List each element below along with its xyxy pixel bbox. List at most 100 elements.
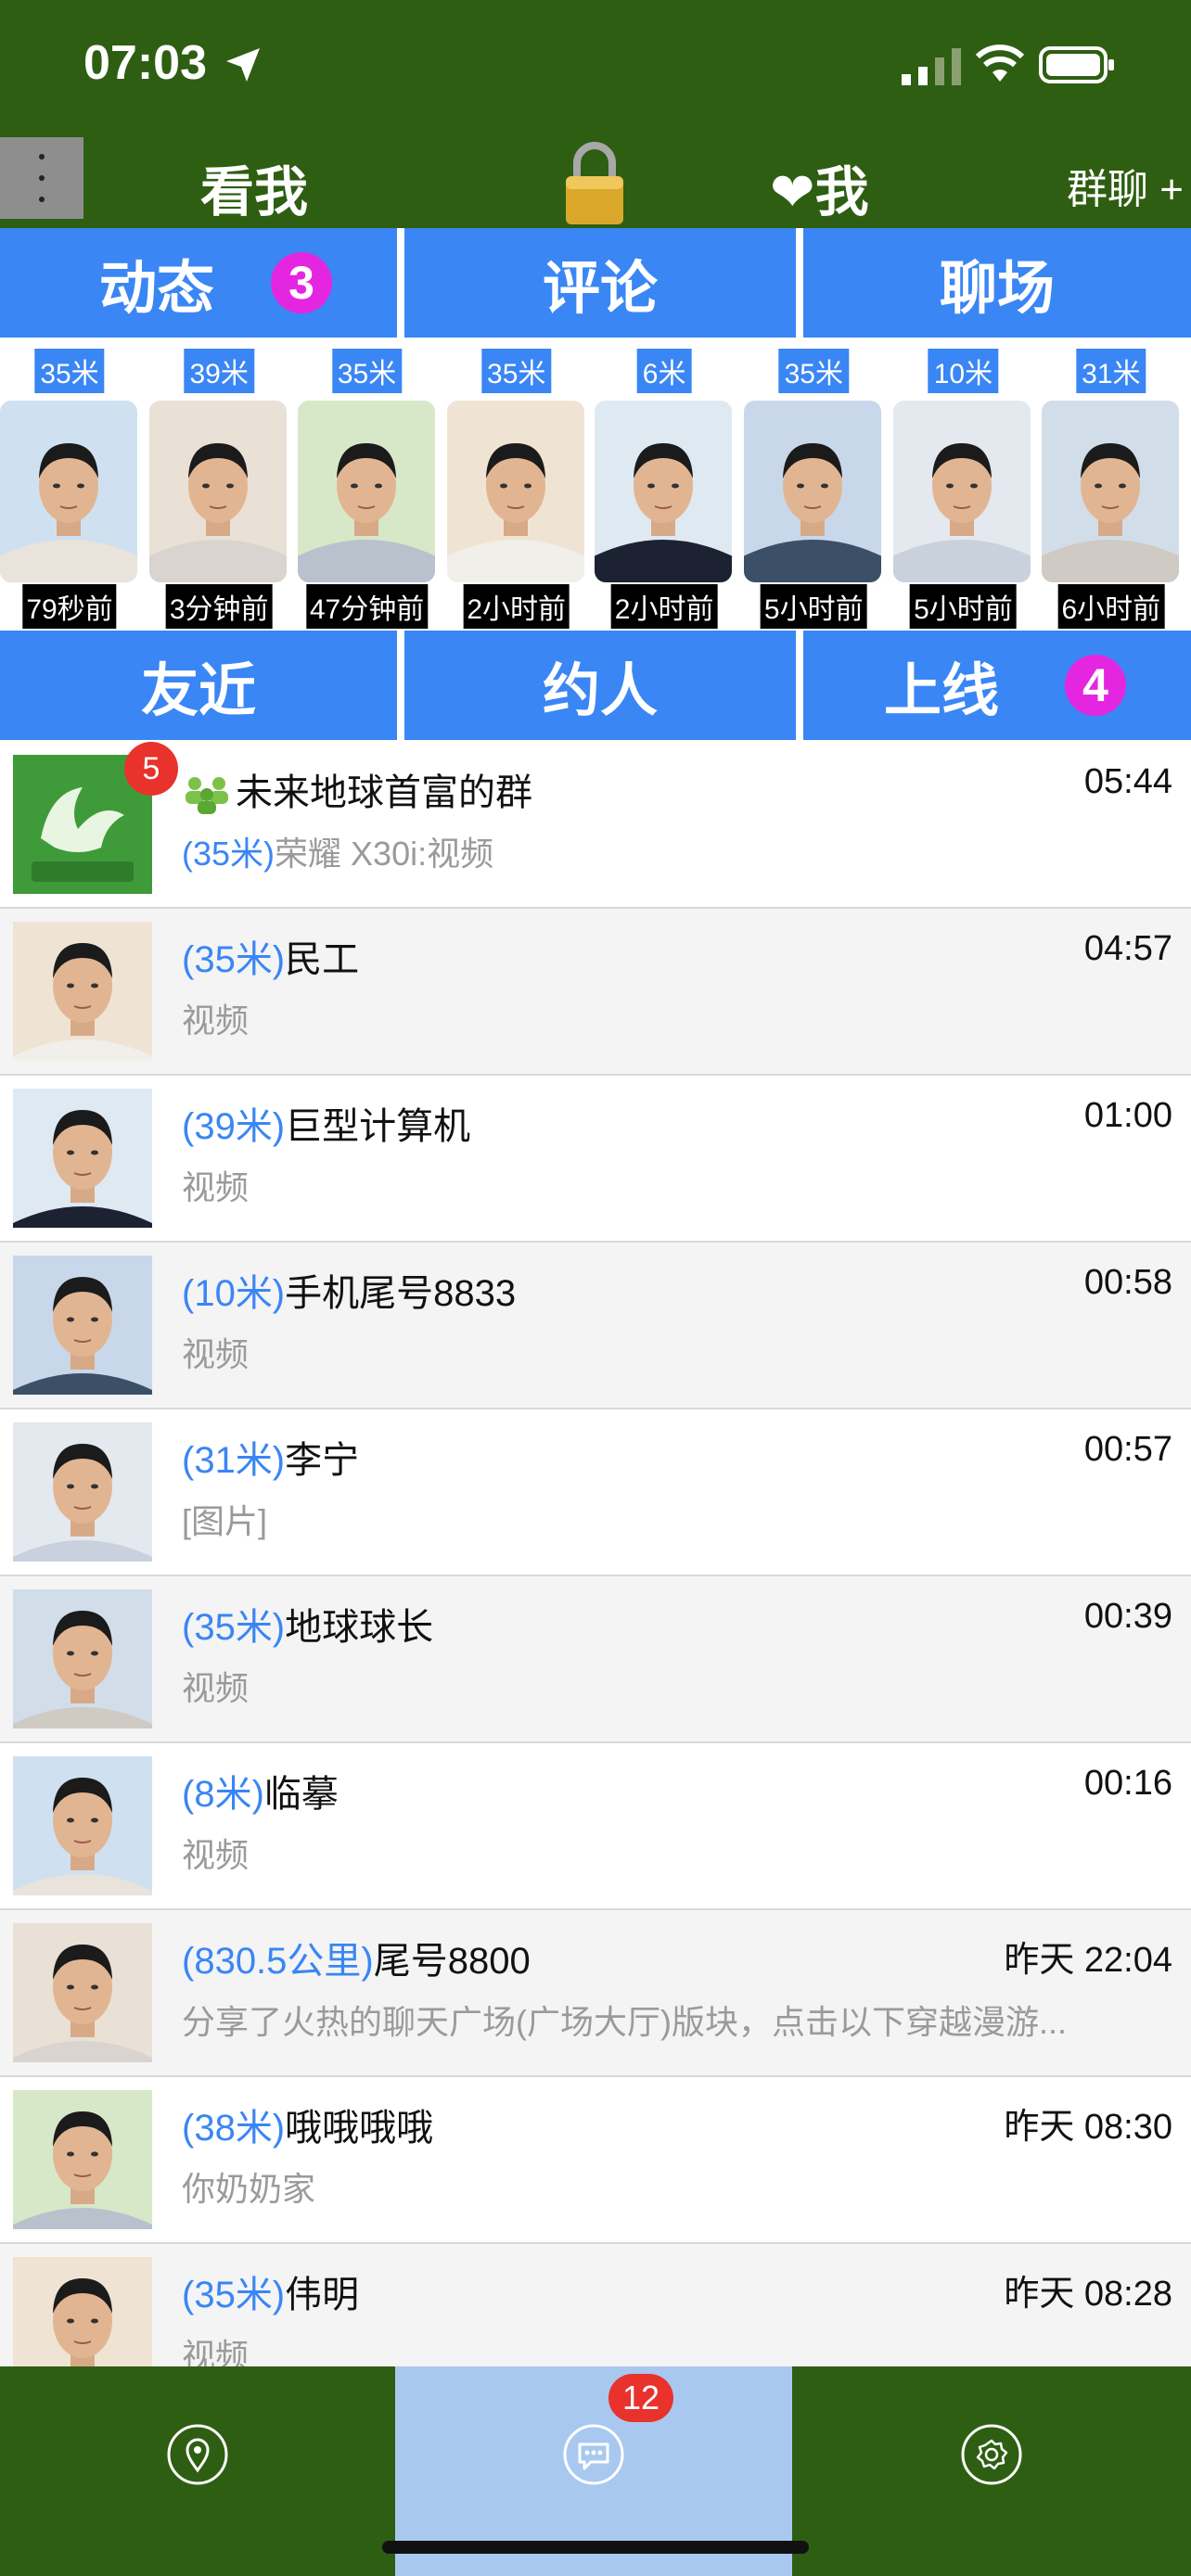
nearby-user[interactable]: 39米 3分钟前 [149,339,288,629]
menu-button[interactable] [0,137,83,219]
unread-badge: 5 [124,742,178,796]
chat-distance: (830.5公里) [182,1941,374,1982]
last-active-label: 6小时前 [1057,584,1165,629]
nearby-user[interactable]: 31米 6小时前 [1041,339,1181,629]
who-viewed-me-tab[interactable]: 看我 [200,148,308,226]
location-arrow-icon [226,48,260,82]
chat-distance: (38米) [182,2108,286,2149]
nearby-user[interactable]: 10米 5小时前 [893,339,1032,629]
chat-distance: (35米) [182,2275,286,2315]
chat-name: 地球球长 [285,1607,434,1648]
chat-title: (35米)地球球长 [182,1597,433,1651]
chat-name: 巨型计算机 [285,1106,471,1147]
nearby-user[interactable]: 35米 79秒前 [0,339,139,629]
tab-chat-plaza[interactable]: 聊场 [803,228,1191,338]
tab-comments[interactable]: 评论 [404,228,796,338]
tab-moments[interactable]: 动态 [0,228,397,338]
chat-row[interactable]: 未来地球首富的群 (35米)荣耀 X30i:视频 05:44 5 [0,742,1191,909]
chat-name: 李宁 [285,1440,360,1481]
lock-icon[interactable] [562,141,627,226]
chat-preview: (35米)荣耀 X30i:视频 [182,827,1174,875]
chat-row[interactable]: (35米)地球球长 视频 00:39 [0,1576,1191,1743]
chat-title: (31米)李宁 [182,1430,359,1484]
chat-time: 00:39 [1083,1597,1172,1636]
nearby-user[interactable]: 35米 5小时前 [744,339,883,629]
last-active-label: 79秒前 [22,584,117,629]
chat-list[interactable]: 未来地球首富的群 (35米)荣耀 X30i:视频 05:44 5 (35米)民工 视频 04… [0,742,1191,2366]
chat-preview-distance: (35米) [182,835,275,873]
chat-row[interactable]: (39米)巨型计算机 视频 01:00 [0,1076,1191,1243]
messages-badge: 12 [608,2374,673,2422]
nearby-user[interactable]: 6米 2小时前 [595,339,734,629]
chat-preview: 你奶奶家 [182,2170,316,2208]
group-members-icon [186,777,228,815]
chat-time: 00:16 [1083,1764,1172,1803]
chat-row[interactable]: (31米)李宁 [图片] 00:57 [0,1409,1191,1576]
nearby-users-strip: 35米 79秒前 39米 3分钟前 35米 47分钟前 35米 2小时前 6米 2小时前 35米 5小… [0,339,1191,629]
online-badge: 4 [1065,655,1126,716]
user-photo [0,401,137,582]
tab-online[interactable]: 上线 [803,631,1191,740]
avatar [13,2090,152,2229]
chat-row[interactable]: (8米)临摹 视频 00:16 [0,1743,1191,1910]
chat-preview: 视频 [182,1335,250,1373]
tab-label: 聊场 [939,257,1055,321]
avatar [13,1923,152,2062]
user-photo [297,401,435,582]
distance-label: 31米 [1076,349,1146,393]
chat-row[interactable]: (830.5公里)尾号8800 分享了火热的聊天广场(广场大厅)版块，点击以下穿越… [0,1910,1191,2077]
last-active-label: 2小时前 [610,584,718,629]
user-photo [893,401,1031,582]
chat-time: 05:44 [1083,762,1172,801]
distance-label: 35米 [481,349,552,393]
distance-label: 10米 [928,349,999,393]
chat-preview: [图片] [182,1502,268,1540]
chat-distance: (35米) [182,939,286,980]
chat-name: 临摹 [263,1774,339,1815]
messages-icon[interactable] [561,2422,626,2487]
liked-me-tab[interactable]: ❤我 [770,148,869,226]
chat-time: 昨天 08:30 [1004,2108,1172,2147]
chat-row[interactable]: (38米)哦哦哦哦你奶奶家 昨天 08:30 [0,2077,1191,2244]
chat-distance: (39米) [182,1106,286,1147]
chat-time: 昨天 22:04 [1004,1941,1172,1980]
tab-label: 友近 [140,659,256,723]
chat-row[interactable]: (10米)手机尾号8833 视频 00:58 [0,1243,1191,1409]
group-chat-button[interactable]: 群聊 + [1067,156,1184,215]
chat-distance: (10米) [182,1273,286,1314]
chat-distance: (35米) [182,1607,286,1648]
chat-row[interactable]: (35米)民工 视频 04:57 [0,909,1191,1076]
chat-preview-text: 荣耀 X30i:视频 [275,835,494,873]
avatar [13,2257,152,2366]
chat-title: 未来地球首富的群 [182,762,532,816]
chat-title: (38米)哦哦哦哦 [182,2098,433,2151]
chat-preview: 视频 [182,1669,250,1707]
last-active-label: 5小时前 [910,584,1017,629]
chat-preview: 视频 [182,2337,250,2366]
last-active-label: 2小时前 [463,584,570,629]
tab-meetup[interactable]: 约人 [404,631,796,740]
tab-label: 评论 [542,257,658,321]
chat-name: 手机尾号8833 [285,1273,517,1314]
chat-name: 未来地球首富的群 [236,772,532,813]
distance-label: 35米 [778,349,849,393]
chat-name: 哦哦哦哦 [285,2108,434,2149]
chat-title: (10米)手机尾号8833 [182,1263,516,1317]
chat-name: 尾号8800 [373,1941,531,1982]
settings-gear-icon[interactable] [959,2422,1024,2487]
nearby-user[interactable]: 35米 2小时前 [446,339,586,629]
user-photo [595,401,733,582]
chat-name: 民工 [285,939,360,980]
nearby-user[interactable]: 35米 47分钟前 [297,339,437,629]
tab-nearby-friends[interactable]: 友近 [0,631,397,740]
location-pin-icon[interactable] [165,2422,230,2487]
last-active-label: 5小时前 [760,584,867,629]
distance-label: 39米 [184,349,254,393]
chat-name: 伟明 [285,2275,360,2315]
avatar [13,1089,152,1228]
chat-time: 昨天 08:28 [1004,2275,1172,2314]
chat-distance: (8米) [182,1774,264,1815]
chat-row[interactable]: (35米)伟明视频 昨天 08:28 [0,2244,1191,2366]
distance-label: 6米 [636,349,692,393]
user-photo [446,401,584,582]
